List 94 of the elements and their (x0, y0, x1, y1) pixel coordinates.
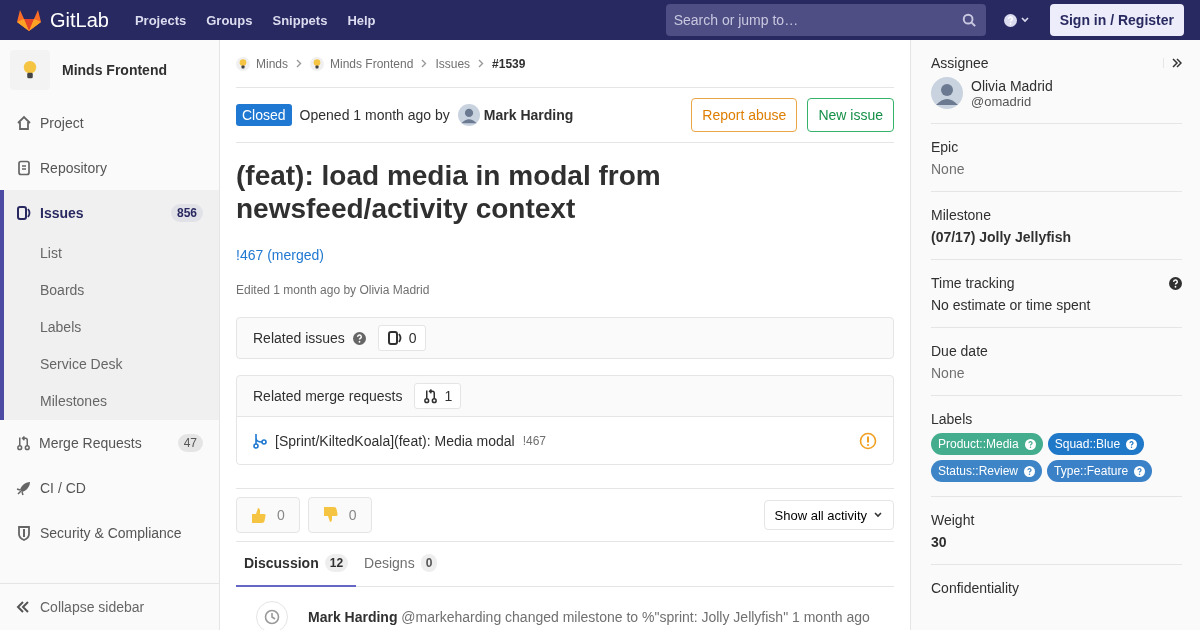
home-icon (16, 114, 32, 131)
award-button[interactable]: 0 (307, 497, 372, 533)
merge-request-ref: !467 (522, 433, 547, 448)
nav-link[interactable]: Groups (206, 12, 253, 28)
chevron-down-icon (873, 510, 883, 520)
merge-request-title[interactable]: [Sprint/KiltedKoala](feat): Media modal (275, 432, 515, 449)
sidebar-item[interactable]: Merge Requests 47 (0, 420, 219, 465)
merge-request-count-badge: 1 (414, 383, 462, 409)
search-field[interactable]: Search or jump to… (665, 4, 986, 36)
help-icon (1024, 438, 1036, 450)
issues-icon (386, 330, 403, 346)
document-icon (16, 159, 32, 176)
label-tag[interactable]: Squad::Blue (1047, 433, 1145, 455)
help-icon (1169, 276, 1182, 290)
sidebar-item[interactable]: Issues 856 (4, 190, 219, 235)
section-value: No estimate or time spent (931, 297, 1092, 313)
issue-title: (feat): load media in modal from newsfeed/activity context (236, 159, 662, 225)
sidebar-subitem[interactable]: Labels (4, 309, 219, 346)
help-icon (1003, 13, 1017, 27)
double-chevron-right-icon (1172, 58, 1182, 68)
chevron-down-icon (1019, 15, 1030, 25)
project-name[interactable]: Minds Frontend (62, 62, 167, 78)
help-menu-button[interactable] (1003, 13, 1030, 27)
new-issue-button[interactable]: New issue (807, 98, 894, 132)
section-label: Milestone (931, 207, 991, 223)
help-icon (352, 331, 366, 345)
issue-count-badge: 0 (377, 325, 426, 351)
author-link[interactable]: Mark Harding (457, 104, 574, 126)
rocket-icon (16, 479, 32, 496)
sign-in-button[interactable]: Sign in / Register (1049, 4, 1184, 36)
section-label: Epic (931, 139, 959, 155)
sidebar-subitem[interactable]: List (4, 235, 219, 272)
activity-note: Mark Harding @markeharding changed milestone to %"sprint: Jolly Jellyfish" 1 month ago (308, 609, 870, 625)
breadcrumb-link[interactable]: Issues (435, 56, 471, 71)
chevron-right-icon (421, 59, 428, 68)
help-icon (1024, 465, 1036, 477)
thumbs-up-icon (249, 506, 267, 524)
breadcrumb-link[interactable]: Minds (236, 56, 288, 71)
search-icon (961, 13, 976, 27)
tab[interactable]: Designs 0 (356, 542, 446, 587)
lightbulb-icon (237, 57, 249, 70)
merge-request-icon (16, 434, 31, 451)
lightbulb-icon (311, 57, 323, 70)
panel-title: Related merge requests (253, 388, 403, 404)
label-tag[interactable]: Type::Feature (1047, 460, 1153, 482)
assignee-avatar (931, 77, 963, 109)
sidebar-subitem[interactable]: Milestones (4, 383, 219, 420)
chevron-right-icon (296, 59, 302, 68)
section-label: Time tracking (931, 275, 1015, 291)
collapse-button[interactable] (1163, 58, 1182, 68)
sidebar-subitem[interactable]: Boards (4, 272, 219, 309)
nav-link[interactable]: Help (347, 12, 376, 28)
section-label: Confidentiality (931, 580, 1019, 596)
section-label: Labels (931, 411, 973, 427)
section-label: Due date (931, 343, 988, 359)
breadcrumb-link[interactable]: #1539 (492, 56, 526, 71)
merge-request-link[interactable]: !467 (merged) (236, 247, 324, 263)
double-chevron-left-icon (16, 601, 30, 613)
section-value: None (931, 365, 966, 381)
help-icon (1126, 438, 1138, 450)
sidebar-item[interactable]: CI / CD (0, 465, 219, 510)
branch-icon (253, 432, 267, 449)
award-button[interactable]: 0 (236, 497, 300, 533)
chevron-right-icon (478, 59, 485, 68)
warning-icon (859, 431, 877, 450)
tab[interactable]: Discussion 12 (236, 542, 357, 587)
breadcrumb-link[interactable]: Minds Frontend (310, 56, 414, 71)
author-avatar (457, 104, 480, 126)
section-value: 30 (931, 534, 948, 550)
section-label: Assignee (931, 55, 989, 71)
activity-filter-dropdown[interactable]: Show all activity (763, 500, 894, 530)
sidebar-item[interactable]: Security & Compliance (0, 510, 219, 555)
issues-icon (16, 204, 32, 221)
opened-text: Opened 1 month ago by (299, 107, 450, 123)
panel-title: Related issues (253, 330, 345, 346)
status-badge: Closed (236, 104, 292, 126)
fox-logo-icon (16, 8, 42, 32)
shield-icon (16, 524, 32, 541)
brand-name[interactable]: GitLab (50, 8, 109, 32)
assignee-name[interactable]: Olivia Madrid (971, 77, 1053, 94)
assignee-username: @omadrid (971, 93, 1033, 109)
help-icon (1134, 465, 1146, 477)
label-tag[interactable]: Status::Review (931, 460, 1043, 482)
nav-link[interactable]: Snippets (272, 12, 328, 28)
sidebar-subitem[interactable]: Service Desk (4, 346, 219, 383)
edited-text: Edited 1 month ago by Olivia Madrid (236, 283, 431, 297)
merge-request-icon (423, 388, 439, 404)
sidebar-item[interactable]: Project (0, 100, 219, 145)
clock-icon (256, 601, 288, 630)
sidebar-item[interactable]: Repository (0, 145, 219, 190)
section-value: None (931, 161, 966, 177)
nav-link[interactable]: Projects (134, 12, 187, 28)
section-label: Weight (931, 512, 975, 528)
section-value: (07/17) Jolly Jellyfish (931, 229, 1073, 245)
